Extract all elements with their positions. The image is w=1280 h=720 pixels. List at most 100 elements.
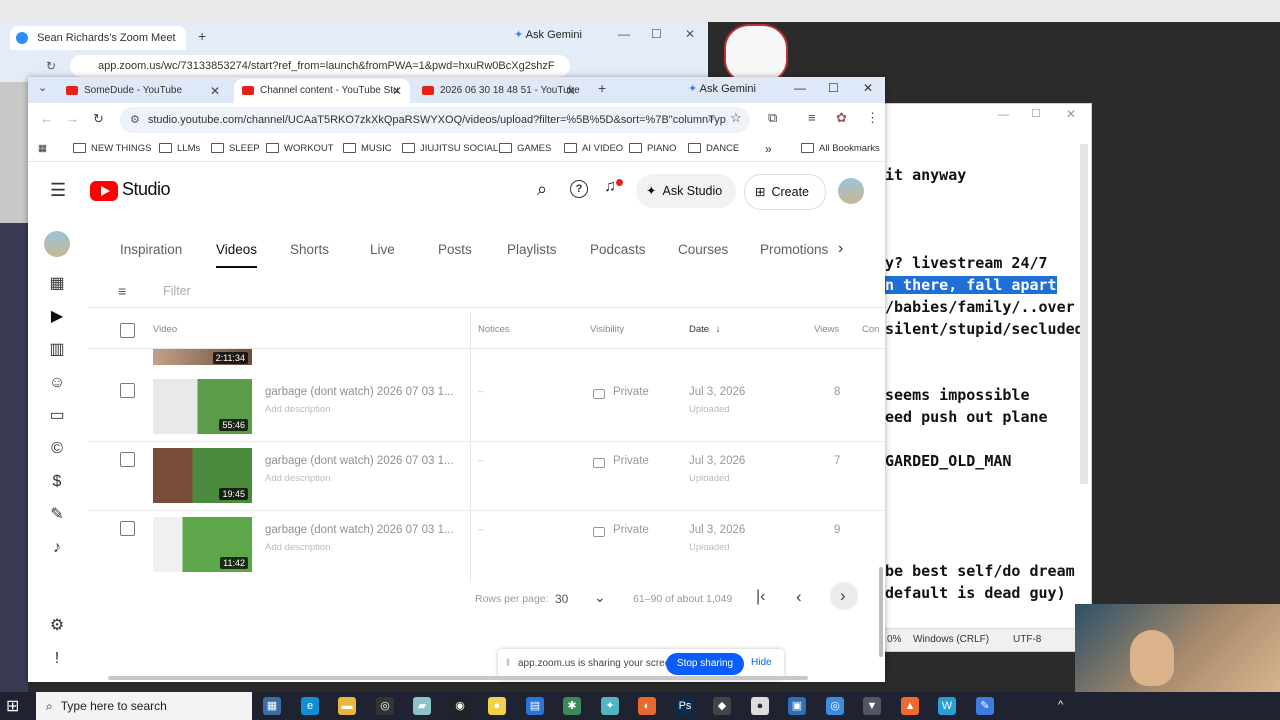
vertical-scrollbar[interactable] <box>879 567 883 657</box>
video-visibility[interactable]: Private <box>613 524 649 536</box>
zoom-new-tab-icon[interactable]: + <box>198 28 206 44</box>
app-icon[interactable]: ▰ <box>413 697 431 715</box>
column-date[interactable]: Date ↓ <box>689 324 720 335</box>
all-bookmarks-folder[interactable]: All Bookmarks <box>801 137 880 161</box>
bookmark-folder[interactable]: DANCE <box>688 137 739 161</box>
video-description[interactable]: Add description <box>265 542 330 553</box>
maximize-icon[interactable]: ☐ <box>828 81 839 95</box>
firefox-icon[interactable]: ◐ <box>638 697 656 715</box>
apps-grid-icon[interactable]: ▦ <box>38 137 47 161</box>
brave-icon[interactable]: ▲ <box>901 697 919 715</box>
profile-extension-icon[interactable]: ✿ <box>836 110 847 126</box>
channel-avatar[interactable] <box>44 231 70 257</box>
tab-posts[interactable]: Posts <box>438 242 472 257</box>
windows-start-icon[interactable]: ⊞ <box>6 696 19 716</box>
video-thumbnail[interactable]: 19:45 <box>153 448 252 503</box>
forward-arrow-icon[interactable]: → <box>66 111 79 126</box>
browser-tab[interactable]: SomeDude - YouTube ✕ <box>58 79 228 103</box>
table-row[interactable]: 55:46 garbage (dont watch) 2026 07 03 1.… <box>88 373 885 442</box>
tray-chevron-icon[interactable]: ^ <box>1058 699 1063 711</box>
browser-tab[interactable]: 2026 06 30 18 48 51 - YouTube ✕ <box>414 79 584 103</box>
reload-icon[interactable]: ↻ <box>93 111 104 127</box>
table-row[interactable]: 19:45 garbage (dont watch) 2026 07 03 1.… <box>88 442 885 511</box>
select-all-checkbox[interactable] <box>120 323 135 338</box>
earn-icon[interactable]: $ <box>47 472 67 492</box>
app-icon[interactable]: ▼ <box>863 697 881 715</box>
browser-tab-active[interactable]: Channel content - YouTube Stu ✕ <box>234 79 410 103</box>
tab-courses[interactable]: Courses <box>678 242 728 257</box>
taskbar-search-box[interactable]: ⌕ Type here to search <box>36 692 252 720</box>
app-icon[interactable]: ✱ <box>563 697 581 715</box>
tab-inspiration[interactable]: Inspiration <box>120 242 182 257</box>
bookmark-folder[interactable]: MUSIC <box>343 137 392 161</box>
filter-input[interactable]: Filter <box>163 284 191 298</box>
notepad-maximize-icon[interactable]: ☐ <box>1031 107 1041 120</box>
edge-browser-icon[interactable]: e <box>301 697 319 715</box>
tab-search-icon[interactable]: ⌄ <box>38 81 47 94</box>
task-view-icon[interactable]: ▦ <box>263 697 281 715</box>
content-icon[interactable]: ▶ <box>47 307 67 327</box>
app-icon[interactable]: ◉ <box>451 697 469 715</box>
next-page-button[interactable]: › <box>830 582 858 610</box>
address-bar[interactable]: ⚙ studio.youtube.com/channel/UCAaT5RKO7zk… <box>120 107 750 133</box>
stop-sharing-button[interactable]: Stop sharing <box>666 653 744 675</box>
feedback-icon[interactable]: ! <box>47 649 67 669</box>
filter-icon[interactable]: ≡ <box>118 283 126 299</box>
bookmark-folder[interactable]: PIANO <box>629 137 677 161</box>
app-icon[interactable]: W <box>938 697 956 715</box>
help-icon[interactable]: ? <box>570 180 588 198</box>
row-checkbox[interactable] <box>120 452 135 467</box>
create-button[interactable]: ⊞ Create <box>744 174 826 210</box>
first-page-icon[interactable]: |‹ <box>756 588 765 606</box>
zoom-close-icon[interactable]: ✕ <box>685 27 695 41</box>
app-icon[interactable]: ▣ <box>788 697 806 715</box>
rows-per-page-value[interactable]: 30 <box>555 592 568 606</box>
zoom-address-bar[interactable]: app.zoom.us/wc/73133853274/start?ref_fro… <box>70 55 570 77</box>
video-visibility[interactable]: Private <box>613 386 649 398</box>
tab-podcasts[interactable]: Podcasts <box>590 242 646 257</box>
video-title[interactable]: garbage (dont watch) 2026 07 03 1... <box>265 455 455 467</box>
bookmark-folder[interactable]: SLEEP <box>211 137 260 161</box>
analytics-icon[interactable]: ▥ <box>47 340 67 360</box>
app-icon[interactable]: ✦ <box>601 697 619 715</box>
zoom-reload-icon[interactable]: ↻ <box>46 59 56 73</box>
ask-studio-button[interactable]: ✦ Ask Studio <box>636 174 736 208</box>
extensions-icon[interactable]: ⧉ <box>768 110 777 126</box>
row-checkbox[interactable] <box>120 521 135 536</box>
video-title[interactable]: garbage (dont watch) 2026 07 03 1... <box>265 386 455 398</box>
tab-close-icon[interactable]: ✕ <box>566 79 576 103</box>
notifications-bell-icon[interactable]: ♫ <box>604 178 616 196</box>
bookmark-folder[interactable]: WORKOUT <box>266 137 334 161</box>
account-avatar[interactable] <box>838 178 864 204</box>
video-title[interactable]: garbage (dont watch) 2026 07 03 1... <box>265 524 455 536</box>
zoom-tab[interactable]: Sean Richards's Zoom Meet <box>10 26 186 50</box>
video-visibility[interactable]: Private <box>613 455 649 467</box>
drag-handle-icon[interactable]: ‖ <box>506 658 510 669</box>
row-checkbox[interactable] <box>120 383 135 398</box>
audio-library-icon[interactable]: ♪ <box>47 538 67 558</box>
video-thumbnail[interactable]: 11:42 <box>153 517 252 572</box>
lightbulb-app-icon[interactable]: ● <box>488 697 506 715</box>
bookmark-folder[interactable]: JIUJITSU SOCIAL <box>402 137 498 161</box>
tab-live[interactable]: Live <box>370 242 395 257</box>
app-icon[interactable]: ◆ <box>713 697 731 715</box>
bookmark-folder[interactable]: NEW THINGS <box>73 137 152 161</box>
video-thumbnail[interactable]: 55:46 <box>153 379 252 434</box>
tab-shorts[interactable]: Shorts <box>290 242 329 257</box>
tabs-next-chevron-icon[interactable]: › <box>838 240 843 258</box>
minimize-icon[interactable]: — <box>794 81 806 95</box>
notepad-close-icon[interactable]: ✕ <box>1066 107 1076 121</box>
previous-page-icon[interactable]: ‹ <box>796 587 802 607</box>
app-icon[interactable]: ✎ <box>976 697 994 715</box>
menu-kebab-icon[interactable]: ⋮ <box>866 110 879 126</box>
notepad-minimize-icon[interactable]: — <box>998 109 1009 121</box>
tab-close-icon[interactable]: ✕ <box>210 79 220 103</box>
media-controls-icon[interactable]: ≡ <box>808 110 816 125</box>
bookmarks-overflow-icon[interactable]: » <box>765 137 772 161</box>
tab-promotions[interactable]: Promotions <box>760 242 828 257</box>
close-window-icon[interactable]: ✕ <box>863 81 873 95</box>
bookmark-folder[interactable]: LLMs <box>159 137 200 161</box>
bookmark-folder[interactable]: AI VIDEO <box>564 137 623 161</box>
document-app-icon[interactable]: ▤ <box>526 697 544 715</box>
back-arrow-icon[interactable]: ← <box>40 111 53 126</box>
